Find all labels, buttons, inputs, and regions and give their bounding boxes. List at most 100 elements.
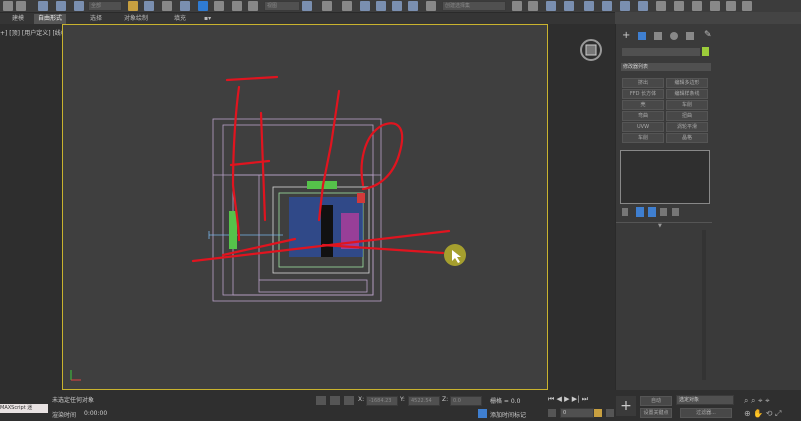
key-filters-button[interactable]: 过滤器... bbox=[680, 408, 732, 418]
undo-icon[interactable] bbox=[3, 1, 13, 11]
viewcube-icon[interactable] bbox=[579, 38, 603, 62]
utilities-tab-icon[interactable]: ✎ bbox=[704, 30, 712, 40]
auto-key-button[interactable]: 自动 bbox=[640, 396, 672, 406]
pan-icon[interactable]: ⊕ ✋ ⟲ ⤢ bbox=[744, 409, 781, 419]
set-key-button[interactable]: 设置关键点 bbox=[640, 408, 672, 418]
key-mode-icon[interactable] bbox=[548, 409, 556, 417]
absolute-mode-icon[interactable] bbox=[344, 396, 354, 405]
main-toolbar: 全部 视图 创建选择集 bbox=[0, 0, 801, 12]
modifier-button[interactable]: 扭曲 bbox=[666, 111, 708, 121]
pivot-icon[interactable] bbox=[302, 1, 312, 11]
viewport-top[interactable] bbox=[62, 24, 602, 390]
make-unique-icon[interactable] bbox=[648, 207, 656, 217]
show-end-result-icon[interactable] bbox=[636, 207, 644, 217]
modifier-button[interactable]: 壳 bbox=[622, 100, 664, 110]
modifier-button[interactable]: 编辑样条线 bbox=[666, 89, 708, 99]
select-object-icon[interactable] bbox=[128, 1, 138, 11]
rotate-icon[interactable] bbox=[214, 1, 224, 11]
modifier-button[interactable]: 晶格 bbox=[666, 133, 708, 143]
link-icon[interactable] bbox=[38, 1, 48, 11]
snap-toggle-icon[interactable] bbox=[360, 1, 370, 11]
material-editor-icon[interactable] bbox=[638, 1, 648, 11]
rendered-frame-icon[interactable] bbox=[674, 1, 684, 11]
modifier-button[interactable]: 车削 bbox=[666, 100, 708, 110]
time-config-icon-2[interactable] bbox=[606, 409, 614, 417]
motion-tab-icon[interactable] bbox=[670, 32, 678, 40]
placement-icon[interactable] bbox=[248, 1, 258, 11]
modifier-button[interactable]: 弯曲 bbox=[622, 111, 664, 121]
edit-named-selection-icon[interactable] bbox=[426, 1, 436, 11]
viewport-drawing bbox=[70, 75, 466, 381]
pin-stack-icon[interactable] bbox=[622, 208, 628, 216]
rect-selection-icon[interactable] bbox=[162, 1, 172, 11]
tab-freeform[interactable]: 自由形式 bbox=[34, 14, 67, 24]
create-tab-icon[interactable]: + bbox=[622, 30, 630, 41]
panel-scrollbar[interactable] bbox=[702, 230, 706, 380]
current-frame-field[interactable]: 0 bbox=[560, 408, 594, 418]
spinner-snap-icon[interactable] bbox=[408, 1, 418, 11]
display-tab-icon[interactable] bbox=[686, 32, 694, 40]
modifier-list-dropdown[interactable]: 修改器列表 bbox=[620, 62, 712, 72]
modifier-button[interactable]: 涡轮平滑 bbox=[666, 122, 708, 132]
keyboard-shortcut-icon[interactable] bbox=[342, 1, 352, 11]
bind-spacewarp-icon[interactable] bbox=[74, 1, 84, 11]
schematic-view-icon[interactable] bbox=[620, 1, 630, 11]
scene-explorer-icon[interactable] bbox=[546, 1, 556, 11]
tab-modeling[interactable]: 建模 bbox=[8, 14, 28, 24]
tab-populate[interactable]: 填充 bbox=[170, 14, 190, 24]
status-bar: MAXScript 迷 未选定任何对象 渲染时间 0:00:00 X: -168… bbox=[0, 390, 801, 421]
modifier-button[interactable]: 挤出 bbox=[622, 78, 664, 88]
window-crossing-icon[interactable] bbox=[180, 1, 190, 11]
move-icon[interactable] bbox=[198, 1, 208, 11]
time-config-icon[interactable] bbox=[594, 409, 602, 417]
modifier-button[interactable]: UVW bbox=[622, 122, 664, 132]
add-time-tag[interactable]: 添加时间标记 bbox=[490, 410, 526, 419]
remove-modifier-icon[interactable] bbox=[660, 208, 667, 216]
named-selection-set[interactable]: 创建选择集 bbox=[442, 1, 506, 11]
render-iterative-icon[interactable] bbox=[710, 1, 720, 11]
modifier-button[interactable]: 编辑多边形 bbox=[666, 78, 708, 88]
maxscript-listener[interactable]: MAXScript 迷 bbox=[0, 404, 48, 413]
modifier-sets-icon[interactable] bbox=[672, 208, 679, 216]
a360-icon[interactable] bbox=[726, 1, 736, 11]
render-setup-icon[interactable] bbox=[656, 1, 666, 11]
tab-selection[interactable]: 选择 bbox=[86, 14, 106, 24]
object-name-field[interactable] bbox=[622, 48, 700, 56]
max-tools-icon[interactable] bbox=[742, 1, 752, 11]
select-by-name-icon[interactable] bbox=[144, 1, 154, 11]
viewport-label[interactable]: +] [顶] [用户定义] [线框] bbox=[0, 28, 69, 37]
selection-filter-dropdown[interactable]: 全部 bbox=[88, 1, 122, 11]
selection-lock-icon[interactable] bbox=[330, 396, 340, 405]
z-coordinate-field[interactable]: 0.0 bbox=[450, 396, 482, 406]
y-coordinate-field[interactable]: 4522.54 bbox=[408, 396, 440, 406]
object-color-swatch[interactable] bbox=[702, 47, 709, 56]
time-tag-icon[interactable] bbox=[478, 409, 487, 418]
selected-object-dropdown[interactable]: 选定对象 bbox=[676, 395, 734, 405]
isolate-selection-icon[interactable] bbox=[316, 396, 326, 405]
select-manipulate-icon[interactable] bbox=[322, 1, 332, 11]
unlink-icon[interactable] bbox=[56, 1, 66, 11]
ribbon-options-icon[interactable]: ▪▾ bbox=[200, 14, 215, 24]
reference-coord-dropdown[interactable]: 视图 bbox=[264, 1, 300, 11]
render-production-icon[interactable] bbox=[692, 1, 702, 11]
angle-snap-icon[interactable] bbox=[376, 1, 386, 11]
layer-explorer-icon[interactable] bbox=[564, 1, 574, 11]
tab-object-paint[interactable]: 对象绘制 bbox=[120, 14, 152, 24]
mirror-icon[interactable] bbox=[512, 1, 522, 11]
modifier-stack[interactable] bbox=[620, 150, 710, 204]
percent-snap-icon[interactable] bbox=[392, 1, 402, 11]
curve-editor-icon[interactable] bbox=[602, 1, 612, 11]
collapse-arrow-icon[interactable]: ▼ bbox=[658, 223, 662, 229]
redo-icon[interactable] bbox=[16, 1, 26, 11]
scale-icon[interactable] bbox=[232, 1, 242, 11]
set-key-icon[interactable]: + bbox=[616, 396, 636, 416]
modify-tab-icon[interactable] bbox=[638, 32, 646, 40]
playback-controls[interactable]: ⏮ ◀ ▶ ▶| ⏭ bbox=[548, 395, 588, 404]
hierarchy-tab-icon[interactable] bbox=[654, 32, 662, 40]
ribbon-toggle-icon[interactable] bbox=[584, 1, 594, 11]
modifier-button[interactable]: 车削 bbox=[622, 133, 664, 143]
modifier-button[interactable]: FFD 长方体 bbox=[622, 89, 664, 99]
align-icon[interactable] bbox=[528, 1, 538, 11]
zoom-icon[interactable]: ⌕ ⌕ ⌖ ⌖ bbox=[744, 396, 770, 406]
x-coordinate-field[interactable]: -1684.23 bbox=[366, 396, 398, 406]
